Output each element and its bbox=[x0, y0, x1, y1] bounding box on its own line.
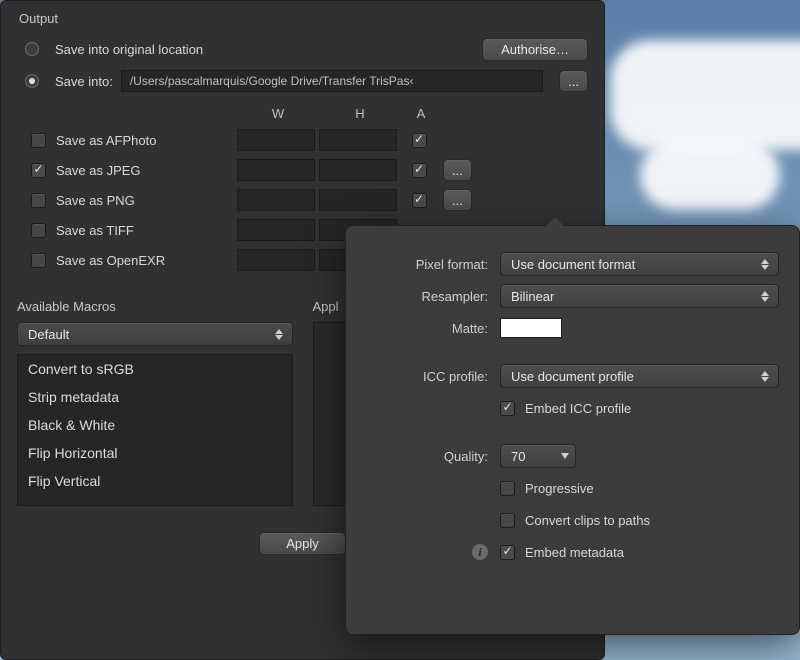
quality-select[interactable]: 70 bbox=[500, 444, 576, 468]
background-cloud bbox=[640, 140, 780, 210]
icc-profile-label: ICC profile: bbox=[360, 369, 500, 384]
format-label: Save as JPEG bbox=[56, 163, 141, 178]
matte-color-swatch[interactable] bbox=[500, 318, 562, 338]
width-input[interactable] bbox=[237, 129, 315, 151]
radio-save-into[interactable] bbox=[25, 74, 39, 88]
icc-profile-select[interactable]: Use document profile bbox=[500, 364, 779, 388]
convert-clips-checkbox[interactable] bbox=[500, 513, 515, 528]
icc-profile-value: Use document profile bbox=[511, 369, 634, 384]
format-checkbox[interactable] bbox=[31, 223, 46, 238]
embed-icc-checkbox[interactable] bbox=[500, 401, 515, 416]
save-into-path[interactable]: /Users/pascalmarquis/Google Drive/Transf… bbox=[121, 70, 543, 92]
format-options-button[interactable]: ... bbox=[443, 189, 472, 211]
background-cloud bbox=[610, 40, 800, 150]
apply-button[interactable]: Apply bbox=[259, 532, 346, 555]
format-options-button[interactable]: ... bbox=[443, 159, 472, 181]
format-checkbox[interactable] bbox=[31, 133, 46, 148]
list-item[interactable]: Flip Vertical bbox=[18, 467, 292, 495]
progressive-checkbox[interactable] bbox=[500, 481, 515, 496]
list-item[interactable]: Strip metadata bbox=[18, 383, 292, 411]
label-save-into: Save into: bbox=[55, 74, 113, 89]
width-input[interactable] bbox=[237, 249, 315, 271]
pixel-format-select[interactable]: Use document format bbox=[500, 252, 779, 276]
matte-label: Matte: bbox=[360, 321, 500, 336]
progressive-label: Progressive bbox=[525, 481, 594, 496]
list-item[interactable]: Convert to sRGB bbox=[18, 355, 292, 383]
alpha-checkbox[interactable] bbox=[412, 193, 427, 208]
header-a: A bbox=[401, 106, 441, 121]
format-checkbox[interactable] bbox=[31, 193, 46, 208]
select-stepper-icon bbox=[758, 291, 772, 302]
alpha-checkbox[interactable] bbox=[412, 163, 427, 178]
dimension-headers: W H A bbox=[17, 106, 588, 121]
convert-clips-label: Convert clips to paths bbox=[525, 513, 650, 528]
format-label: Save as OpenEXR bbox=[56, 253, 165, 268]
pixel-format-value: Use document format bbox=[511, 257, 635, 272]
output-section-title: Output bbox=[19, 11, 588, 26]
format-label: Save as TIFF bbox=[56, 223, 134, 238]
jpeg-options-popover: Pixel format: Use document format Resamp… bbox=[345, 225, 800, 635]
embed-metadata-label: Embed metadata bbox=[525, 545, 624, 560]
height-input[interactable] bbox=[319, 159, 397, 181]
list-item[interactable]: Flip Horizontal bbox=[18, 439, 292, 467]
format-label: Save as AFPhoto bbox=[56, 133, 156, 148]
embed-icc-label: Embed ICC profile bbox=[525, 401, 631, 416]
list-item[interactable]: Black & White bbox=[18, 411, 292, 439]
resampler-select[interactable]: Bilinear bbox=[500, 284, 779, 308]
quality-label: Quality: bbox=[360, 449, 500, 464]
available-macros-list[interactable]: Convert to sRGBStrip metadataBlack & Whi… bbox=[17, 354, 293, 506]
info-icon[interactable]: i bbox=[472, 544, 488, 560]
embed-metadata-checkbox[interactable] bbox=[500, 545, 515, 560]
format-row: Save as JPEG... bbox=[17, 155, 588, 185]
macro-group-select[interactable]: Default bbox=[17, 322, 293, 346]
select-stepper-icon bbox=[758, 259, 772, 270]
format-label: Save as PNG bbox=[56, 193, 135, 208]
pixel-format-label: Pixel format: bbox=[360, 257, 500, 272]
width-input[interactable] bbox=[237, 219, 315, 241]
width-input[interactable] bbox=[237, 159, 315, 181]
authorise-button[interactable]: Authorise… bbox=[482, 38, 588, 61]
resampler-value: Bilinear bbox=[511, 289, 554, 304]
quality-value: 70 bbox=[511, 449, 525, 464]
chevron-down-icon bbox=[561, 453, 569, 459]
select-stepper-icon bbox=[758, 371, 772, 382]
browse-button[interactable]: ... bbox=[559, 70, 588, 92]
header-w: W bbox=[237, 106, 319, 121]
macro-group-value: Default bbox=[28, 327, 69, 342]
height-input[interactable] bbox=[319, 189, 397, 211]
format-checkbox[interactable] bbox=[31, 163, 46, 178]
radio-save-original[interactable] bbox=[25, 42, 39, 56]
resampler-label: Resampler: bbox=[360, 289, 500, 304]
alpha-checkbox[interactable] bbox=[412, 133, 427, 148]
format-checkbox[interactable] bbox=[31, 253, 46, 268]
select-stepper-icon bbox=[272, 329, 286, 340]
available-macros-title: Available Macros bbox=[17, 299, 293, 314]
header-h: H bbox=[319, 106, 401, 121]
width-input[interactable] bbox=[237, 189, 315, 211]
label-save-original: Save into original location bbox=[55, 42, 203, 57]
format-row: Save as PNG... bbox=[17, 185, 588, 215]
height-input[interactable] bbox=[319, 129, 397, 151]
format-row: Save as AFPhoto bbox=[17, 125, 588, 155]
